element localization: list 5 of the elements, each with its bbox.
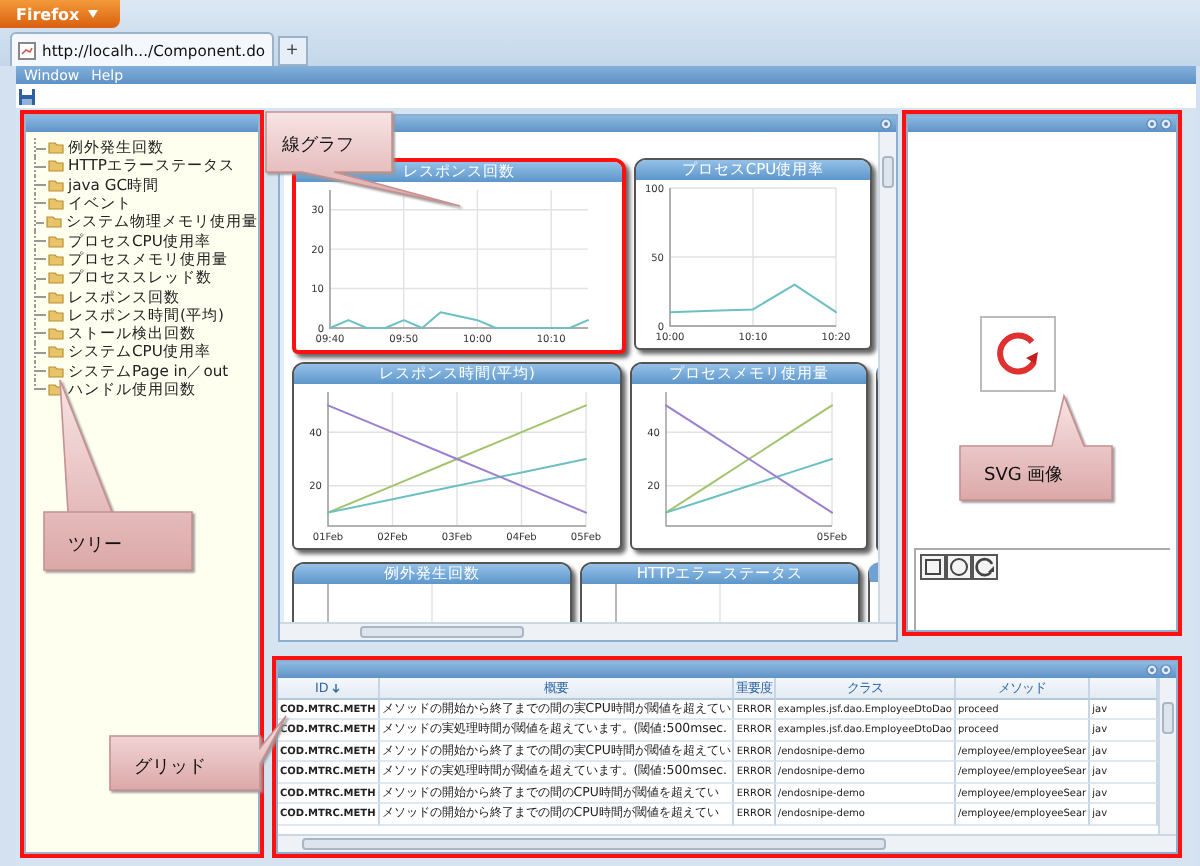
new-tab-button[interactable]: + <box>277 36 308 66</box>
callout-label: SVG 画像 <box>984 466 1064 486</box>
callout-label: 線グラフ <box>282 136 354 156</box>
callout-label: ツリー <box>68 536 122 556</box>
callout-label: グリッド <box>134 758 206 778</box>
